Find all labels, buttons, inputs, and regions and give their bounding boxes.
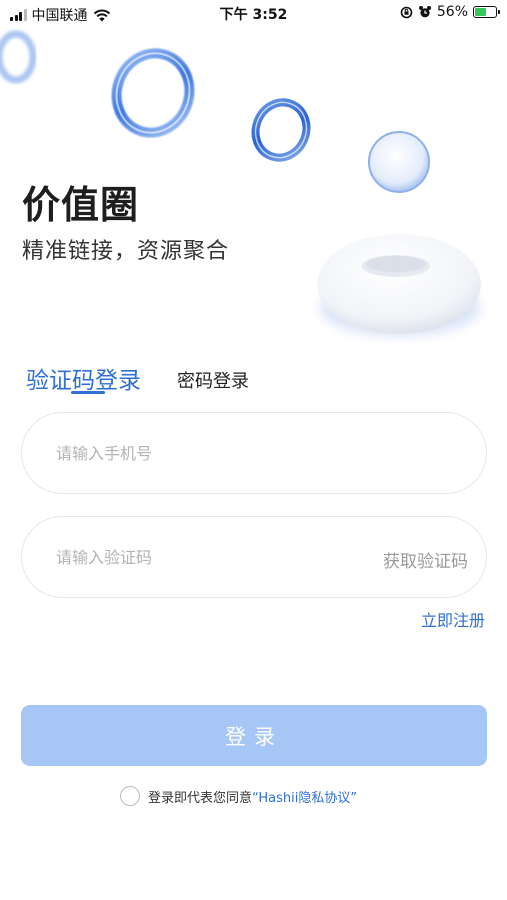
battery-level bbox=[475, 8, 486, 16]
agreement-row: 登录即代表您同意 “Hashii隐私协议” bbox=[120, 786, 357, 806]
tab-password-login[interactable]: 密码登录 bbox=[177, 367, 249, 393]
status-right: 56% bbox=[400, 4, 500, 20]
blurred-ring-decoration bbox=[0, 30, 37, 84]
privacy-policy-link[interactable]: “Hashii隐私协议” bbox=[252, 787, 357, 806]
small-ring-decoration bbox=[251, 98, 311, 162]
battery-icon bbox=[473, 6, 500, 18]
active-tab-indicator bbox=[71, 391, 105, 394]
login-button[interactable]: 登录 bbox=[21, 705, 487, 766]
phone-input[interactable] bbox=[56, 413, 356, 493]
register-link[interactable]: 立即注册 bbox=[421, 607, 485, 631]
tab-sms-login[interactable]: 验证码登录 bbox=[26, 361, 141, 395]
alarm-icon bbox=[418, 6, 431, 18]
code-input[interactable] bbox=[56, 517, 356, 597]
get-code-button[interactable]: 获取验证码 bbox=[383, 547, 468, 572]
app-subtitle: 精准链接，资源聚合 bbox=[22, 239, 230, 264]
agreement-checkbox[interactable] bbox=[120, 786, 140, 806]
orientation-lock-icon bbox=[400, 6, 413, 18]
phone-field[interactable] bbox=[21, 412, 487, 494]
blue-ring-decoration bbox=[111, 48, 195, 138]
bubble-decoration bbox=[368, 131, 430, 193]
battery-percent: 56% bbox=[436, 4, 468, 20]
app-title: 价值圈 bbox=[22, 183, 140, 227]
code-field[interactable]: 获取验证码 bbox=[21, 516, 487, 598]
donut-decoration bbox=[317, 234, 481, 336]
agreement-text: 登录即代表您同意 bbox=[148, 790, 253, 806]
status-bar: 中国联通 下午 3:52 56% bbox=[0, 0, 507, 28]
